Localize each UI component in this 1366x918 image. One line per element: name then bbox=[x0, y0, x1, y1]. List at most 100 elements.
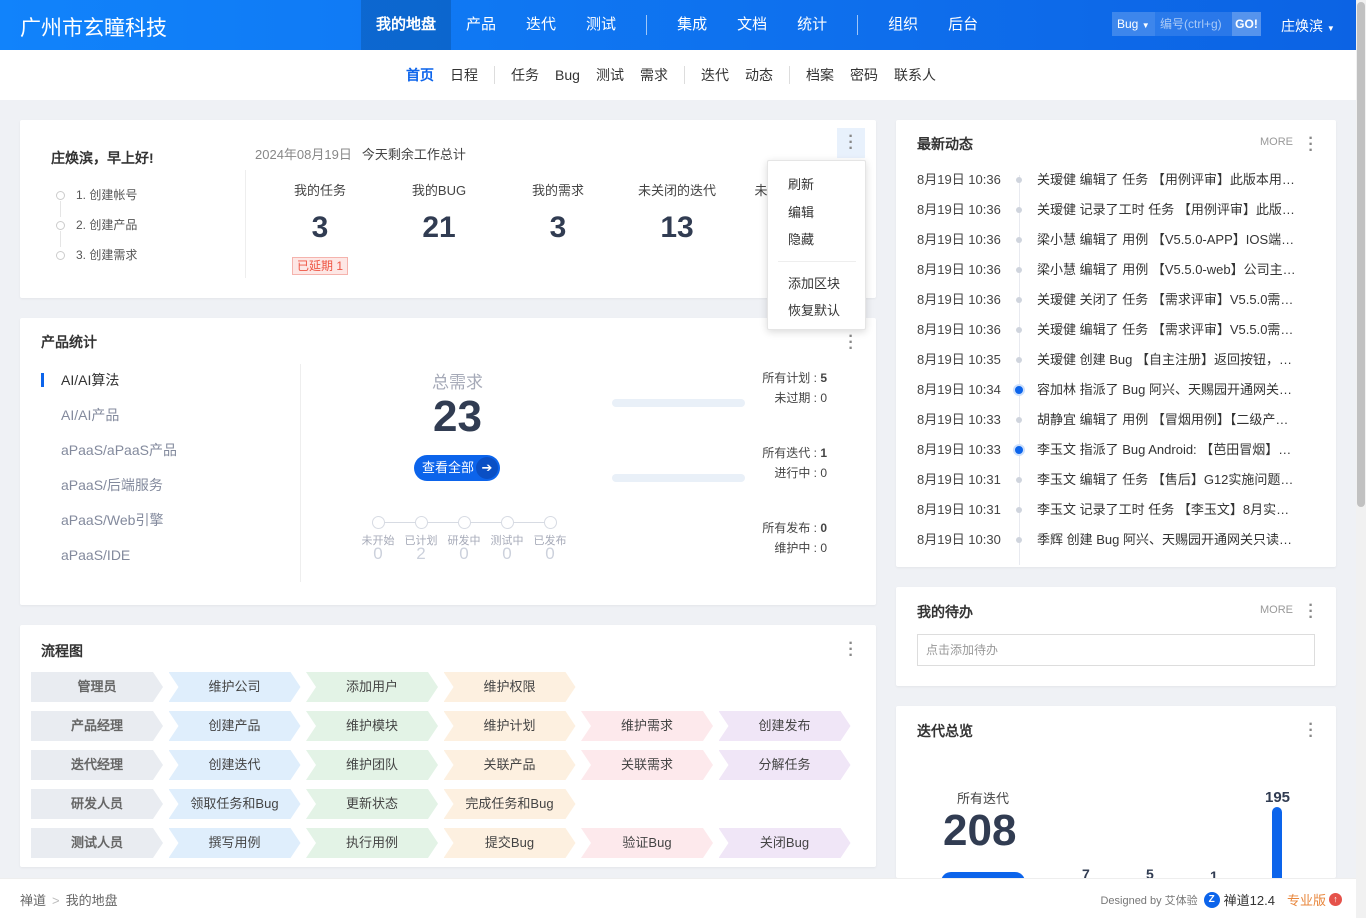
more-link[interactable]: MORE bbox=[1260, 604, 1293, 616]
more-vertical-icon[interactable]: · · · bbox=[1304, 598, 1318, 626]
nav-admin[interactable]: 后台 bbox=[933, 0, 993, 50]
search-go-button[interactable]: GO! bbox=[1232, 12, 1261, 36]
search-type-select[interactable]: Bug ▼ bbox=[1112, 12, 1155, 36]
subnav-password[interactable]: 密码 bbox=[842, 65, 886, 85]
product-item[interactable]: aPaaS/aPaaS产品 bbox=[41, 441, 177, 476]
flow-step[interactable]: 关闭Bug bbox=[719, 828, 851, 858]
flow-step[interactable]: 维护计划 bbox=[444, 711, 576, 741]
subnav-story[interactable]: 需求 bbox=[632, 65, 676, 85]
product-item[interactable]: aPaaS/后端服务 bbox=[41, 476, 177, 511]
flow-step[interactable]: 执行用例 bbox=[306, 828, 438, 858]
flow-step[interactable]: 提交Bug bbox=[444, 828, 576, 858]
version[interactable]: 禅道12.4 bbox=[1224, 890, 1275, 909]
product-item[interactable]: aPaaS/Web引擎 bbox=[41, 511, 177, 546]
flow-step[interactable]: 维护公司 bbox=[169, 672, 301, 702]
nav-doc[interactable]: 文档 bbox=[722, 0, 782, 50]
subnav-task[interactable]: 任务 bbox=[503, 65, 547, 85]
stat-my-tasks[interactable]: 我的任务 3 bbox=[265, 180, 375, 245]
subnav-profile[interactable]: 档案 bbox=[798, 65, 842, 85]
guide-step[interactable]: 3. 创建需求 bbox=[56, 246, 137, 276]
nav-test[interactable]: 测试 bbox=[571, 0, 631, 50]
company-brand[interactable]: 广州市玄瞳科技 bbox=[20, 12, 167, 42]
more-link[interactable]: MORE bbox=[1260, 136, 1293, 148]
scrollbar-thumb[interactable] bbox=[1357, 2, 1365, 507]
flow-role[interactable]: 管理员 bbox=[31, 672, 163, 702]
flow-step[interactable]: 创建产品 bbox=[169, 711, 301, 741]
view-all-button[interactable]: 查看全部 ➔ bbox=[414, 455, 500, 481]
flow-step[interactable]: 维护权限 bbox=[444, 672, 576, 702]
designed-by[interactable]: Designed by 艾体验 bbox=[1100, 892, 1197, 908]
flow-step[interactable]: 创建发布 bbox=[719, 711, 851, 741]
overdue-badge[interactable]: 已延期 1 bbox=[292, 257, 349, 275]
nav-stats[interactable]: 统计 bbox=[782, 0, 842, 50]
edition-link[interactable]: 专业版 bbox=[1287, 890, 1326, 909]
activity-text[interactable]: 关瑷健 关闭了 任务 【需求评审】V5.5.0需求评审 bbox=[1037, 290, 1297, 310]
menu-hide[interactable]: 隐藏 bbox=[788, 229, 814, 248]
activity-text[interactable]: 关瑷健 创建 Bug 【自主注册】返回按钮，点击无反应 bbox=[1037, 350, 1297, 370]
activity-text[interactable]: 李玉文 编辑了 任务 【售后】G12实施问题处理 bbox=[1037, 470, 1297, 490]
more-vertical-icon[interactable]: · · · bbox=[1304, 717, 1318, 745]
activity-text[interactable]: 关瑷健 编辑了 任务 【用例评审】此版本用例评审 bbox=[1037, 170, 1297, 190]
flow-step[interactable]: 维护团队 bbox=[306, 750, 438, 780]
activity-text[interactable]: 容加林 指派了 Bug 阿兴、天赐园开通网关只读权限 bbox=[1037, 380, 1297, 400]
product-item[interactable]: AI/AI产品 bbox=[41, 406, 177, 441]
breadcrumb-item[interactable]: 我的地盘 bbox=[66, 893, 118, 908]
flow-step[interactable]: 更新状态 bbox=[306, 789, 438, 819]
more-vertical-icon[interactable]: · · · bbox=[844, 329, 858, 357]
flow-step[interactable]: 创建迭代 bbox=[169, 750, 301, 780]
breadcrumb-item[interactable]: 禅道 bbox=[20, 893, 46, 908]
flow-step[interactable]: 关联产品 bbox=[444, 750, 576, 780]
flow-step[interactable]: 维护模块 bbox=[306, 711, 438, 741]
nav-my[interactable]: 我的地盘 bbox=[361, 0, 452, 50]
more-vertical-icon[interactable]: · · · bbox=[1304, 131, 1318, 159]
flow-step[interactable]: 维护需求 bbox=[581, 711, 713, 741]
flow-step[interactable]: 领取任务和Bug bbox=[169, 789, 301, 819]
guide-step[interactable]: 1. 创建帐号 bbox=[56, 186, 137, 217]
product-item[interactable]: aPaaS/IDE bbox=[41, 546, 177, 581]
menu-reset[interactable]: 恢复默认 bbox=[788, 300, 840, 319]
welcome-more-button[interactable]: · · · bbox=[837, 128, 865, 158]
activity-text[interactable]: 关瑷健 编辑了 任务 【需求评审】V5.5.0需求评审 bbox=[1037, 320, 1297, 340]
subnav-contacts[interactable]: 联系人 bbox=[886, 65, 944, 85]
flow-step[interactable]: 验证Bug bbox=[581, 828, 713, 858]
nav-product[interactable]: 产品 bbox=[451, 0, 511, 50]
flow-step[interactable]: 添加用户 bbox=[306, 672, 438, 702]
menu-add-block[interactable]: 添加区块 bbox=[788, 273, 840, 292]
activity-text[interactable]: 关瑷健 记录了工时 任务 【用例评审】此版本用例评审 bbox=[1037, 200, 1297, 220]
flow-step[interactable]: 完成任务和Bug bbox=[444, 789, 576, 819]
flow-role[interactable]: 迭代经理 bbox=[31, 750, 163, 780]
activity-text[interactable]: 李玉文 记录了工时 任务 【李玉文】8月实施任务 bbox=[1037, 500, 1297, 520]
stat-my-bugs[interactable]: 我的BUG 21 bbox=[384, 180, 494, 245]
stat-my-stories[interactable]: 我的需求 3 bbox=[503, 180, 613, 245]
upgrade-icon[interactable]: ↑ bbox=[1329, 893, 1342, 906]
flow-step[interactable]: 关联需求 bbox=[581, 750, 713, 780]
nav-integration[interactable]: 集成 bbox=[662, 0, 722, 50]
subnav-bug[interactable]: Bug bbox=[547, 67, 588, 83]
flow-role[interactable]: 产品经理 bbox=[31, 711, 163, 741]
activity-text[interactable]: 李玉文 指派了 Bug Android: 【芭田冒烟】问题 bbox=[1037, 440, 1297, 460]
subnav-dynamic[interactable]: 动态 bbox=[737, 65, 781, 85]
guide-step[interactable]: 2. 创建产品 bbox=[56, 216, 137, 247]
flow-role[interactable]: 测试人员 bbox=[31, 828, 163, 858]
product-item[interactable]: AI/AI算法 bbox=[41, 371, 177, 406]
menu-edit[interactable]: 编辑 bbox=[788, 202, 814, 221]
subnav-test[interactable]: 测试 bbox=[588, 65, 632, 85]
flow-step[interactable]: 分解任务 bbox=[719, 750, 851, 780]
subnav-calendar[interactable]: 日程 bbox=[442, 65, 486, 85]
subnav-iteration[interactable]: 迭代 bbox=[693, 65, 737, 85]
activity-text[interactable]: 胡静宜 编辑了 用例 【冒烟用例】【二级产品】测试 bbox=[1037, 410, 1297, 430]
user-menu[interactable]: 庄焕滨 ▼ bbox=[1281, 16, 1335, 36]
more-vertical-icon[interactable]: · · · bbox=[844, 636, 858, 664]
subnav-home[interactable]: 首页 bbox=[398, 65, 442, 85]
search-input[interactable] bbox=[1155, 12, 1232, 36]
menu-refresh[interactable]: 刷新 bbox=[788, 174, 814, 193]
activity-text[interactable]: 季辉 创建 Bug 阿兴、天赐园开通网关只读权限 bbox=[1037, 530, 1297, 550]
add-todo-input[interactable]: 点击添加待办 bbox=[917, 634, 1315, 666]
activity-text[interactable]: 梁小慧 编辑了 用例 【V5.5.0-APP】IOS端测试用例 bbox=[1037, 230, 1297, 250]
nav-iteration[interactable]: 迭代 bbox=[511, 0, 571, 50]
flow-role[interactable]: 研发人员 bbox=[31, 789, 163, 819]
page-scrollbar[interactable] bbox=[1356, 0, 1366, 918]
flow-step[interactable]: 撰写用例 bbox=[169, 828, 301, 858]
activity-text[interactable]: 梁小慧 编辑了 用例 【V5.5.0-web】公司主页测试用例 bbox=[1037, 260, 1297, 280]
nav-org[interactable]: 组织 bbox=[873, 0, 933, 50]
